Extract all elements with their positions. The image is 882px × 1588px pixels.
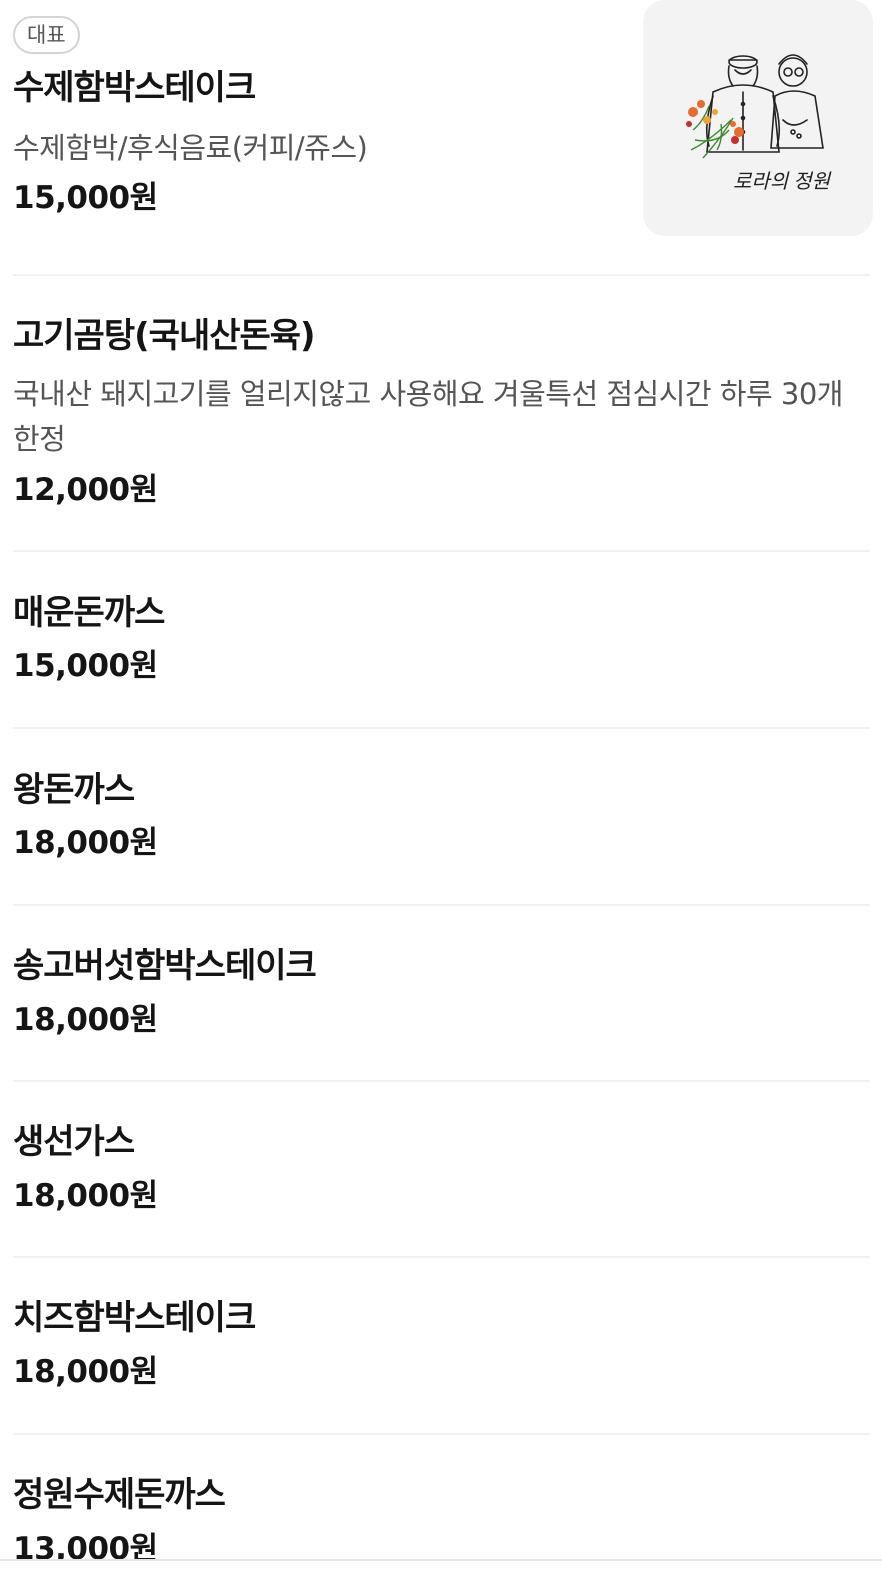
menu-item-price: 15,000원: [13, 648, 158, 684]
illustration-couple-garden: 로라의 정원: [686, 54, 832, 193]
menu-item[interactable]: 대표 수제함박스테이크 수제함박/후식음료(커피/쥬스) 15,000원 로라의…: [13, 0, 873, 276]
menu-item-price: 18,000원: [13, 1354, 158, 1390]
menu-item-price: 12,000원: [13, 472, 158, 508]
menu-item-price: 15,000원: [13, 180, 158, 216]
svg-text:로라의 정원: 로라의 정원: [733, 171, 832, 193]
menu-item[interactable]: 왕돈까스 18,000원: [13, 729, 870, 906]
menu-item[interactable]: 고기곰탕(국내산돈육) 국내산 돼지고기를 얼리지않고 사용해요 겨울특선 점심…: [13, 276, 870, 552]
menu-item-name: 치즈함박스테이크: [13, 1298, 256, 1338]
menu-item[interactable]: 생선가스 18,000원: [13, 1082, 870, 1258]
menu-item-thumbnail[interactable]: 로라의 정원: [643, 0, 873, 236]
menu-item-description: 수제함박/후식음료(커피/쥬스): [13, 131, 368, 165]
menu-item[interactable]: 송고버섯함박스테이크 18,000원: [13, 906, 870, 1082]
representative-badge: 대표: [13, 16, 80, 54]
menu-item-name: 매운돈까스: [13, 593, 165, 633]
menu-item-name: 고기곰탕(국내산돈육): [13, 316, 316, 356]
menu-item[interactable]: 매운돈까스 15,000원: [13, 552, 870, 729]
menu-item-name: 왕돈까스: [13, 770, 135, 810]
menu-item-price: 18,000원: [13, 1178, 158, 1214]
menu-item-name: 생선가스: [13, 1122, 135, 1162]
menu-item-description: 국내산 돼지고기를 얼리지않고 사용해요 겨울특선 점심시간 하루 30개 한정: [13, 377, 843, 456]
menu-item-name: 수제함박스테이크: [13, 68, 256, 108]
menu-item-name: 송고버섯함박스테이크: [13, 946, 317, 986]
menu-item-price: 18,000원: [13, 825, 158, 861]
menu-item-name: 정원수제돈까스: [13, 1475, 226, 1515]
menu-item-price: 18,000원: [13, 1002, 158, 1038]
bottom-bar: [0, 1559, 882, 1588]
menu-item[interactable]: 치즈함박스테이크 18,000원: [13, 1258, 870, 1435]
